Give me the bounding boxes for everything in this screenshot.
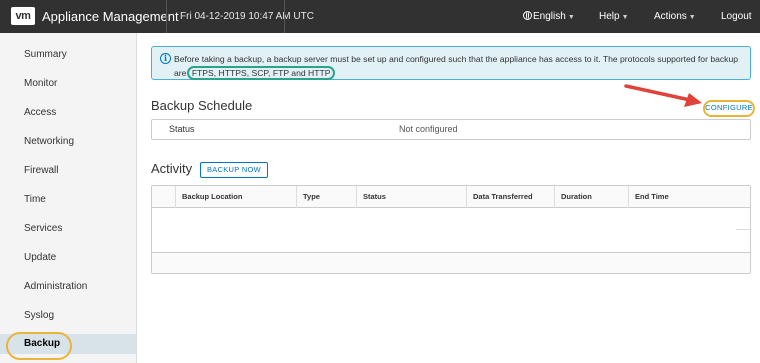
configure-button[interactable]: CONFIGURE xyxy=(703,100,755,117)
grid-body xyxy=(152,209,750,252)
grid-header: Backup Location Type Status Data Transfe… xyxy=(152,186,750,208)
vmware-logo-icon: vm xyxy=(11,7,35,25)
activity-title: Activity xyxy=(151,161,193,176)
chevron-down-icon: ▼ xyxy=(567,14,575,21)
column-header-backup-location[interactable]: Backup Location xyxy=(175,186,296,208)
sidebar-item-monitor[interactable]: Monitor xyxy=(0,69,136,98)
column-header-data-transferred[interactable]: Data Transferred xyxy=(466,186,554,208)
chevron-down-icon: ▼ xyxy=(688,14,696,21)
grid-footer xyxy=(152,252,750,273)
info-alert: i Before taking a backup, a backup serve… xyxy=(151,46,751,80)
sidebar-item-access[interactable]: Access xyxy=(0,98,136,127)
help-menu[interactable]: Help ▼ xyxy=(599,0,629,34)
header-datetime: Fri 04-12-2019 10:47 AM UTC xyxy=(180,11,314,22)
status-value: Not configured xyxy=(399,124,458,134)
sidebar-item-networking[interactable]: Networking xyxy=(0,127,136,156)
column-header-type[interactable]: Type xyxy=(296,186,356,208)
language-menu[interactable]: English ▼ xyxy=(523,0,575,34)
header-divider xyxy=(284,0,285,33)
sidebar-item-update[interactable]: Update xyxy=(0,243,136,272)
backup-schedule-title: Backup Schedule xyxy=(151,98,253,113)
globe-icon xyxy=(523,11,532,20)
actions-menu[interactable]: Actions ▼ xyxy=(654,0,696,34)
sidebar-item-services[interactable]: Services xyxy=(0,214,136,243)
help-label: Help xyxy=(599,11,620,22)
sidebar-item-summary[interactable]: Summary xyxy=(0,40,136,69)
protocols-highlight: FTPS, HTTPS, SCP, FTP and HTTP xyxy=(186,66,336,80)
column-header-end-time[interactable]: End Time xyxy=(628,186,750,208)
column-header-status[interactable]: Status xyxy=(356,186,466,208)
column-header-duration[interactable]: Duration xyxy=(554,186,628,208)
sidebar-nav: Summary Monitor Access Networking Firewa… xyxy=(0,33,137,363)
status-label: Status xyxy=(169,124,195,134)
language-label: English xyxy=(533,11,566,22)
app-title: Appliance Management xyxy=(42,9,179,24)
highlight-oval xyxy=(6,332,72,360)
sidebar-item-administration[interactable]: Administration xyxy=(0,272,136,301)
activity-grid: Backup Location Type Status Data Transfe… xyxy=(151,185,751,274)
info-icon: i xyxy=(160,53,171,64)
grid-select-column xyxy=(152,186,175,208)
backup-now-button[interactable]: BACKUP NOW xyxy=(200,162,268,178)
logout-link[interactable]: Logout xyxy=(721,0,752,33)
grid-divider xyxy=(736,229,750,230)
sidebar-item-syslog[interactable]: Syslog xyxy=(0,301,136,330)
top-header: vm Appliance Management Fri 04-12-2019 1… xyxy=(0,0,760,33)
schedule-status-box: Status Not configured xyxy=(151,119,751,140)
header-divider xyxy=(166,0,167,33)
chevron-down-icon: ▼ xyxy=(621,14,629,21)
alert-text: Before taking a backup, a backup server … xyxy=(174,53,749,80)
sidebar-item-firewall[interactable]: Firewall xyxy=(0,156,136,185)
red-arrow-icon xyxy=(624,84,702,107)
sidebar-item-time[interactable]: Time xyxy=(0,185,136,214)
actions-label: Actions xyxy=(654,11,687,22)
